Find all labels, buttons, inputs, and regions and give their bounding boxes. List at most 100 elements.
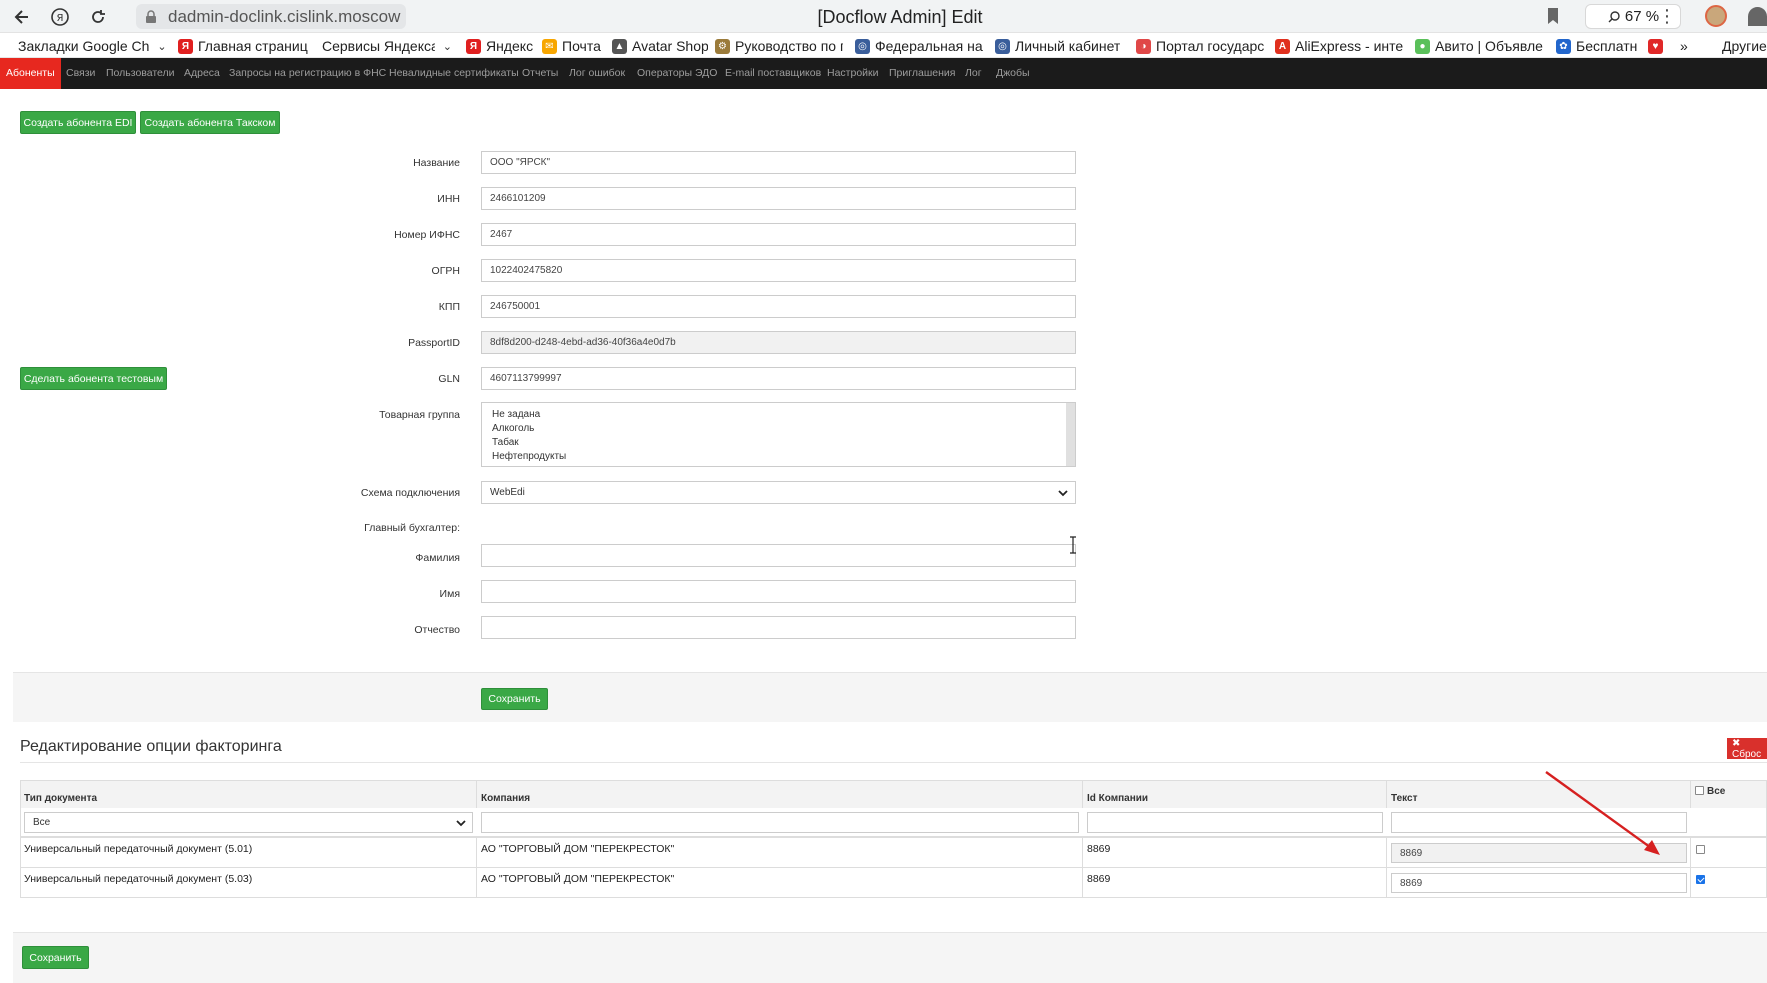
patronymic-input[interactable] [481,616,1076,639]
bookmark-item[interactable]: ◎ Федеральная нал [855,37,983,55]
url-text: dadmin-doclink.cislink.moscow [168,6,401,26]
bookmark-item[interactable]: Я Главная страница [178,37,308,55]
patronymic-label: Отчество [414,624,460,636]
nav-item[interactable]: Связи [66,58,95,89]
nav-item[interactable]: Лог ошибок [569,58,625,89]
bookmark-item[interactable]: ◎ Личный кабинет [995,37,1121,55]
ogrn-input[interactable]: 1022402475820 [481,259,1076,282]
nav-item[interactable]: Лог [965,58,982,89]
nav-item[interactable]: Отчеты [522,58,558,89]
connection-scheme-value: WebEdi [490,487,525,498]
bookmark-item[interactable]: ♥ [1648,37,1666,55]
doc-type-filter-select[interactable]: Все [24,812,473,833]
back-icon[interactable] [9,4,35,30]
save-subscriber-button[interactable]: Сохранить [481,688,548,710]
column-header-company[interactable]: Компания [477,780,1083,808]
chevron-down-icon: ⌄ [157,40,167,53]
bookmark-item[interactable]: ⚙ Руководство по п [715,37,843,55]
bookmark-item[interactable]: ▲ Avatar Shop [612,37,708,55]
app-navbar: Абоненты Связи Пользователи Адреса Запросы н… [0,58,1767,89]
bookmark-favicon-icon: Я [466,38,481,54]
bookmark-item[interactable]: Сервисы Яндекса ⌄ [322,37,452,55]
form-footer [13,672,1767,722]
bookmark-icon[interactable] [1545,7,1561,25]
nav-item[interactable]: Невалидные сертификаты [389,58,519,89]
inn-input[interactable]: 2466101209 [481,187,1076,210]
select-all-checkbox[interactable] [1695,786,1704,795]
text-cursor-icon [1070,536,1076,554]
bookmark-label: » [1680,38,1688,54]
nav-item[interactable]: Запросы на регистрацию в ФНС [229,58,386,89]
bookmark-label: Яндекс [486,38,534,54]
product-group-option[interactable]: Алкоголь [492,422,1065,436]
column-header-doc-type[interactable]: Тип документа [20,780,477,808]
product-group-option[interactable]: Не задана [492,408,1065,422]
company-filter-input[interactable] [481,812,1079,833]
nav-item[interactable]: Операторы ЭДО [637,58,717,89]
listbox-scrollbar[interactable] [1066,403,1075,466]
bookmark-label: Портал государс [1156,38,1264,54]
bookmark-item[interactable]: ✉ Почта [542,37,608,55]
bookmark-label: Почта [562,38,601,54]
text-cell: 8869 [1387,868,1691,898]
nav-item[interactable]: Приглашения [889,58,955,89]
passport-label: PassportID [408,337,460,349]
chevron-down-icon [1058,490,1068,497]
product-group-option[interactable]: Табак [492,436,1065,450]
reset-filters-button[interactable]: ✖ Сброс [1727,738,1767,760]
annotation-arrow-icon [1545,771,1660,855]
bookmark-item[interactable]: » [1680,37,1694,55]
row-checkbox-cell [1691,868,1767,898]
connection-scheme-select[interactable]: WebEdi [481,481,1076,504]
company-id-filter-input[interactable] [1087,812,1383,833]
address-bar[interactable]: dadmin-doclink.cislink.moscow [136,4,406,29]
bookmark-item[interactable]: ● Авито | Объявлен [1415,37,1543,55]
bookmark-item[interactable]: ✿ Бесплатн [1556,37,1644,55]
nav-item[interactable]: E-mail поставщиков [725,58,821,89]
bookmark-favicon-icon: A [1275,38,1290,54]
chevron-down-icon [456,820,466,827]
bookmark-item[interactable]: Закладки Google Ch ⌄ [18,37,168,55]
firstname-input[interactable] [481,580,1076,603]
nav-item[interactable]: Абоненты [0,58,61,89]
ogrn-label: ОГРН [431,265,460,277]
bookmark-favicon-icon: ✿ [1556,38,1571,54]
bookmark-item[interactable]: Другие [1722,37,1767,55]
gln-input[interactable]: 4607113799997 [481,367,1076,390]
bookmark-item[interactable]: A AliExpress - интер [1275,37,1403,55]
factoring-section-title: Редактирование опции факторинга [20,738,282,755]
bookmark-item[interactable]: ◑ Портал государс [1136,37,1264,55]
nav-item[interactable]: Пользователи [106,58,175,89]
create-taxcom-subscriber-button[interactable]: Создать абонента Такском [140,111,280,134]
bookmark-label: Руководство по п [735,38,843,54]
nav-item[interactable]: Адреса [184,58,220,89]
kebab-menu-icon[interactable]: ⋮ [1658,6,1676,27]
profile-secondary-icon[interactable] [1748,7,1767,26]
bookmark-favicon-icon: ✉ [542,38,557,54]
bookmark-label: Федеральная нал [875,38,983,54]
nav-item[interactable]: Настройки [827,58,879,89]
row-text-input[interactable]: 8869 [1391,873,1687,893]
bookmark-item[interactable]: Я Яндекс [466,37,536,55]
surname-label: Фамилия [415,552,460,564]
select-all-label: Все [1707,786,1726,797]
profile-avatar[interactable] [1705,5,1727,27]
ifns-input[interactable]: 2467 [481,223,1076,246]
yandex-icon[interactable]: Я [47,4,73,30]
nav-item[interactable]: Джобы [996,58,1030,89]
column-header-company-id[interactable]: Id Компании [1083,780,1387,808]
kpp-input[interactable]: 246750001 [481,295,1076,318]
row-checkbox[interactable] [1696,845,1705,854]
row-checkbox[interactable] [1696,875,1705,884]
svg-text:Я: Я [57,13,64,24]
make-test-subscriber-button[interactable]: Сделать абонента тестовым [20,367,167,390]
create-edi-subscriber-button[interactable]: Создать абонента EDI [20,111,136,134]
save-factoring-button[interactable]: Сохранить [22,946,89,969]
reload-icon[interactable] [85,4,111,30]
product-group-listbox[interactable]: Не задана Алкоголь Табак Нефтепродукты [481,402,1076,467]
product-group-option[interactable]: Нефтепродукты [492,450,1065,464]
chief-accountant-label: Главный бухгалтер: [364,522,460,534]
column-header-select-all: Все [1691,780,1767,808]
name-input[interactable]: ООО "ЯРСК" [481,151,1076,174]
surname-input[interactable] [481,544,1076,567]
